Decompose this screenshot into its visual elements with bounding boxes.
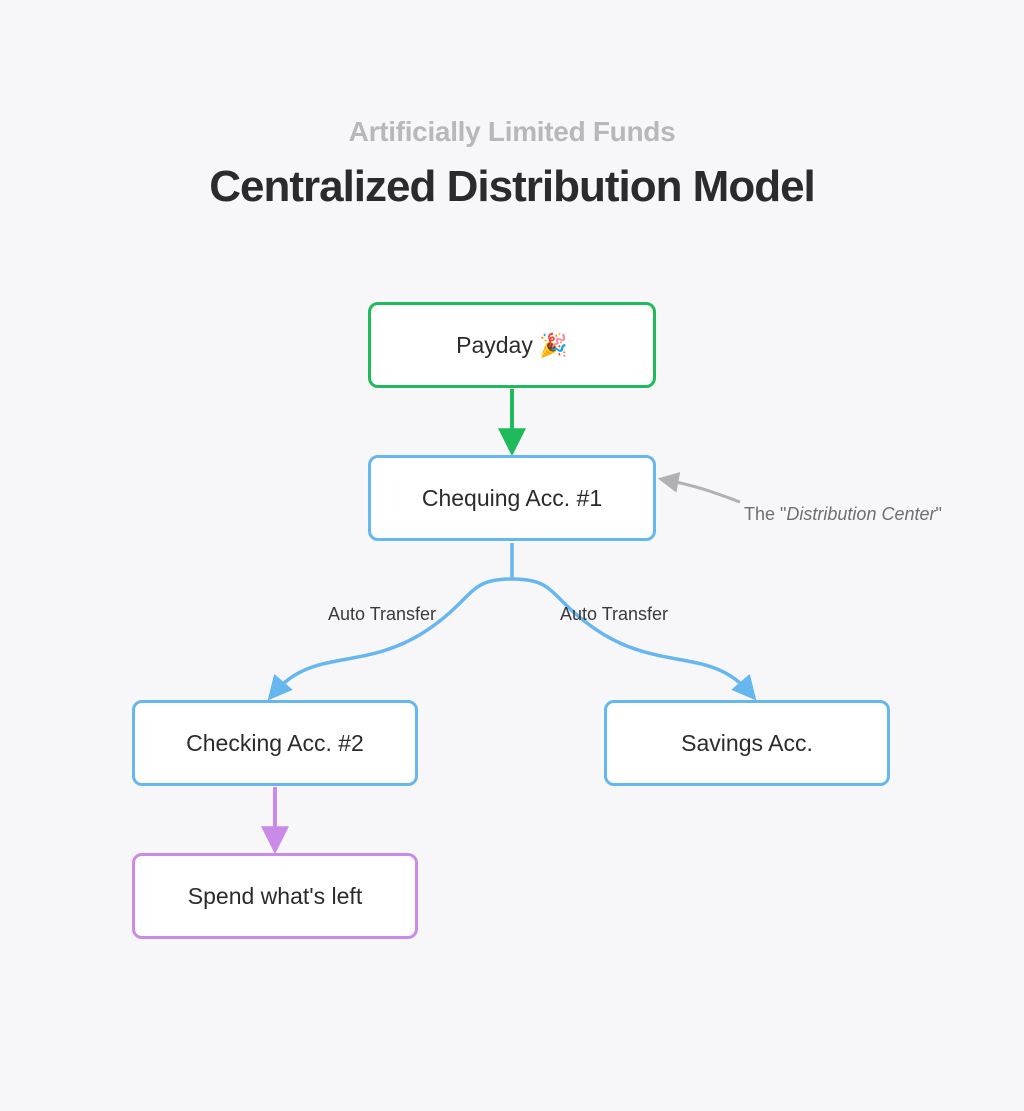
node-spend: Spend what's left [132, 853, 418, 939]
diagram-canvas: Artificially Limited Funds Centralized D… [0, 0, 1024, 1111]
arrow-annotation [658, 472, 748, 512]
annotation-suffix: " [935, 504, 941, 524]
annotation-italic: Distribution Center [786, 504, 935, 524]
annotation-prefix: The " [744, 504, 786, 524]
arrow-checking2-to-spend [263, 787, 287, 851]
annotation-distribution-center: The "Distribution Center" [744, 504, 942, 525]
diagram-title: Centralized Distribution Model [0, 162, 1024, 212]
node-chequing-1: Chequing Acc. #1 [368, 455, 656, 541]
arrow-fork-chequing1 [160, 543, 864, 713]
node-payday: Payday 🎉 [368, 302, 656, 388]
label-auto-transfer-left: Auto Transfer [328, 604, 436, 625]
arrow-payday-to-chequing1 [500, 389, 524, 453]
node-checking-2: Checking Acc. #2 [132, 700, 418, 786]
diagram-subtitle: Artificially Limited Funds [0, 116, 1024, 148]
node-savings: Savings Acc. [604, 700, 890, 786]
label-auto-transfer-right: Auto Transfer [560, 604, 668, 625]
